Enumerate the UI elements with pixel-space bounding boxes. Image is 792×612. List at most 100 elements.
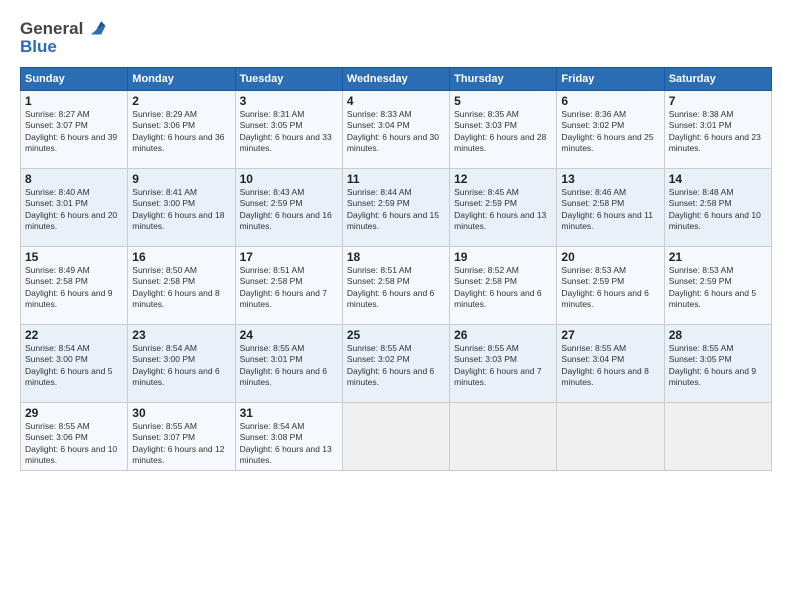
day-number: 24 [240, 328, 338, 342]
calendar-cell: 27 Sunrise: 8:55 AM Sunset: 3:04 PM Dayl… [557, 325, 664, 403]
weekday-header-tuesday: Tuesday [235, 68, 342, 91]
day-info: Sunrise: 8:55 AM Sunset: 3:07 PM Dayligh… [132, 421, 230, 467]
day-info: Sunrise: 8:31 AM Sunset: 3:05 PM Dayligh… [240, 109, 338, 155]
day-number: 23 [132, 328, 230, 342]
calendar-cell: 12 Sunrise: 8:45 AM Sunset: 2:59 PM Dayl… [450, 169, 557, 247]
day-number: 31 [240, 406, 338, 420]
day-info: Sunrise: 8:35 AM Sunset: 3:03 PM Dayligh… [454, 109, 552, 155]
day-number: 30 [132, 406, 230, 420]
day-info: Sunrise: 8:27 AM Sunset: 3:07 PM Dayligh… [25, 109, 123, 155]
day-info: Sunrise: 8:55 AM Sunset: 3:02 PM Dayligh… [347, 343, 445, 389]
day-number: 6 [561, 94, 659, 108]
calendar-cell: 14 Sunrise: 8:48 AM Sunset: 2:58 PM Dayl… [664, 169, 771, 247]
logo-blue-text: Blue [20, 37, 107, 57]
calendar-cell: 15 Sunrise: 8:49 AM Sunset: 2:58 PM Dayl… [21, 247, 128, 325]
logo-general-text: General [20, 19, 83, 39]
day-info: Sunrise: 8:50 AM Sunset: 2:58 PM Dayligh… [132, 265, 230, 311]
calendar-cell: 18 Sunrise: 8:51 AM Sunset: 2:58 PM Dayl… [342, 247, 449, 325]
day-number: 2 [132, 94, 230, 108]
weekday-header-friday: Friday [557, 68, 664, 91]
day-number: 9 [132, 172, 230, 186]
week-row-5: 29 Sunrise: 8:55 AM Sunset: 3:06 PM Dayl… [21, 403, 772, 471]
day-info: Sunrise: 8:54 AM Sunset: 3:00 PM Dayligh… [132, 343, 230, 389]
calendar-cell: 17 Sunrise: 8:51 AM Sunset: 2:58 PM Dayl… [235, 247, 342, 325]
day-info: Sunrise: 8:41 AM Sunset: 3:00 PM Dayligh… [132, 187, 230, 233]
day-info: Sunrise: 8:33 AM Sunset: 3:04 PM Dayligh… [347, 109, 445, 155]
weekday-header-wednesday: Wednesday [342, 68, 449, 91]
calendar-cell [557, 403, 664, 471]
day-number: 21 [669, 250, 767, 264]
calendar: SundayMondayTuesdayWednesdayThursdayFrid… [20, 67, 772, 471]
weekday-header-monday: Monday [128, 68, 235, 91]
header: General Blue [20, 18, 772, 57]
day-info: Sunrise: 8:55 AM Sunset: 3:05 PM Dayligh… [669, 343, 767, 389]
weekday-header-sunday: Sunday [21, 68, 128, 91]
calendar-cell: 21 Sunrise: 8:53 AM Sunset: 2:59 PM Dayl… [664, 247, 771, 325]
calendar-cell: 4 Sunrise: 8:33 AM Sunset: 3:04 PM Dayli… [342, 91, 449, 169]
calendar-cell: 16 Sunrise: 8:50 AM Sunset: 2:58 PM Dayl… [128, 247, 235, 325]
day-number: 11 [347, 172, 445, 186]
calendar-cell: 25 Sunrise: 8:55 AM Sunset: 3:02 PM Dayl… [342, 325, 449, 403]
day-info: Sunrise: 8:46 AM Sunset: 2:58 PM Dayligh… [561, 187, 659, 233]
day-number: 5 [454, 94, 552, 108]
week-row-3: 15 Sunrise: 8:49 AM Sunset: 2:58 PM Dayl… [21, 247, 772, 325]
day-number: 3 [240, 94, 338, 108]
calendar-cell: 13 Sunrise: 8:46 AM Sunset: 2:58 PM Dayl… [557, 169, 664, 247]
calendar-cell: 3 Sunrise: 8:31 AM Sunset: 3:05 PM Dayli… [235, 91, 342, 169]
calendar-cell: 8 Sunrise: 8:40 AM Sunset: 3:01 PM Dayli… [21, 169, 128, 247]
day-number: 1 [25, 94, 123, 108]
day-number: 20 [561, 250, 659, 264]
day-number: 12 [454, 172, 552, 186]
day-number: 4 [347, 94, 445, 108]
day-number: 27 [561, 328, 659, 342]
calendar-cell: 20 Sunrise: 8:53 AM Sunset: 2:59 PM Dayl… [557, 247, 664, 325]
calendar-cell: 31 Sunrise: 8:54 AM Sunset: 3:08 PM Dayl… [235, 403, 342, 471]
day-info: Sunrise: 8:51 AM Sunset: 2:58 PM Dayligh… [347, 265, 445, 311]
day-info: Sunrise: 8:44 AM Sunset: 2:59 PM Dayligh… [347, 187, 445, 233]
calendar-cell: 24 Sunrise: 8:55 AM Sunset: 3:01 PM Dayl… [235, 325, 342, 403]
calendar-cell: 19 Sunrise: 8:52 AM Sunset: 2:58 PM Dayl… [450, 247, 557, 325]
calendar-cell: 23 Sunrise: 8:54 AM Sunset: 3:00 PM Dayl… [128, 325, 235, 403]
day-info: Sunrise: 8:55 AM Sunset: 3:04 PM Dayligh… [561, 343, 659, 389]
calendar-cell: 28 Sunrise: 8:55 AM Sunset: 3:05 PM Dayl… [664, 325, 771, 403]
day-info: Sunrise: 8:55 AM Sunset: 3:03 PM Dayligh… [454, 343, 552, 389]
day-info: Sunrise: 8:52 AM Sunset: 2:58 PM Dayligh… [454, 265, 552, 311]
calendar-cell: 1 Sunrise: 8:27 AM Sunset: 3:07 PM Dayli… [21, 91, 128, 169]
calendar-cell: 22 Sunrise: 8:54 AM Sunset: 3:00 PM Dayl… [21, 325, 128, 403]
week-row-1: 1 Sunrise: 8:27 AM Sunset: 3:07 PM Dayli… [21, 91, 772, 169]
day-info: Sunrise: 8:49 AM Sunset: 2:58 PM Dayligh… [25, 265, 123, 311]
calendar-cell: 5 Sunrise: 8:35 AM Sunset: 3:03 PM Dayli… [450, 91, 557, 169]
calendar-cell: 2 Sunrise: 8:29 AM Sunset: 3:06 PM Dayli… [128, 91, 235, 169]
day-number: 15 [25, 250, 123, 264]
day-info: Sunrise: 8:38 AM Sunset: 3:01 PM Dayligh… [669, 109, 767, 155]
day-number: 25 [347, 328, 445, 342]
calendar-cell: 9 Sunrise: 8:41 AM Sunset: 3:00 PM Dayli… [128, 169, 235, 247]
day-info: Sunrise: 8:45 AM Sunset: 2:59 PM Dayligh… [454, 187, 552, 233]
day-number: 19 [454, 250, 552, 264]
day-number: 18 [347, 250, 445, 264]
day-number: 16 [132, 250, 230, 264]
day-number: 26 [454, 328, 552, 342]
day-number: 13 [561, 172, 659, 186]
day-info: Sunrise: 8:51 AM Sunset: 2:58 PM Dayligh… [240, 265, 338, 311]
calendar-cell [450, 403, 557, 471]
page: General Blue SundayMondayTuesdayWednesda… [0, 0, 792, 612]
day-info: Sunrise: 8:43 AM Sunset: 2:59 PM Dayligh… [240, 187, 338, 233]
day-number: 7 [669, 94, 767, 108]
day-info: Sunrise: 8:53 AM Sunset: 2:59 PM Dayligh… [561, 265, 659, 311]
day-info: Sunrise: 8:29 AM Sunset: 3:06 PM Dayligh… [132, 109, 230, 155]
day-number: 22 [25, 328, 123, 342]
day-info: Sunrise: 8:53 AM Sunset: 2:59 PM Dayligh… [669, 265, 767, 311]
calendar-cell: 11 Sunrise: 8:44 AM Sunset: 2:59 PM Dayl… [342, 169, 449, 247]
day-number: 17 [240, 250, 338, 264]
day-number: 28 [669, 328, 767, 342]
weekday-header-saturday: Saturday [664, 68, 771, 91]
calendar-cell: 6 Sunrise: 8:36 AM Sunset: 3:02 PM Dayli… [557, 91, 664, 169]
day-info: Sunrise: 8:54 AM Sunset: 3:08 PM Dayligh… [240, 421, 338, 467]
calendar-cell [342, 403, 449, 471]
logo: General Blue [20, 18, 107, 57]
day-number: 29 [25, 406, 123, 420]
day-number: 10 [240, 172, 338, 186]
weekday-header-thursday: Thursday [450, 68, 557, 91]
day-info: Sunrise: 8:55 AM Sunset: 3:01 PM Dayligh… [240, 343, 338, 389]
